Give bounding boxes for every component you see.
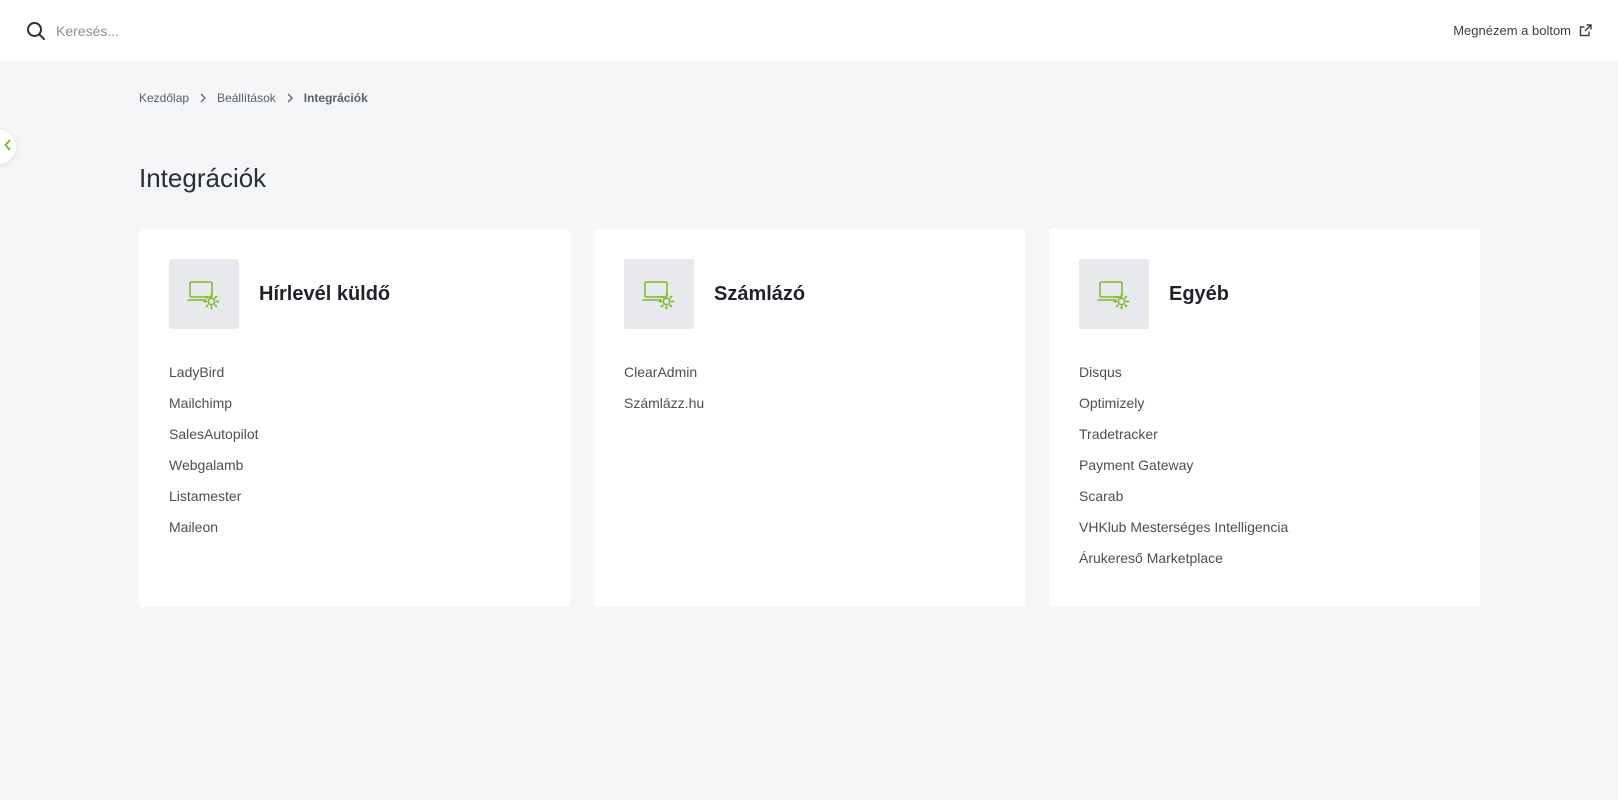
search-icon[interactable] <box>26 21 46 41</box>
list-item: Számlázz.hu <box>624 394 995 425</box>
integration-cards: Hírlevél küldő LadyBird Mailchimp SalesAuto… <box>139 229 1480 607</box>
integration-link[interactable]: Disqus <box>1079 364 1122 380</box>
list-item: Maileon <box>169 518 540 549</box>
list-item: VHKlub Mesterséges Intelligencia <box>1079 518 1450 549</box>
card-header: Számlázó <box>624 259 995 329</box>
search-input[interactable] <box>56 22 456 39</box>
search-bar <box>26 21 456 41</box>
card-title: Hírlevél küldő <box>259 282 391 305</box>
list-item: Árukereső Marketplace <box>1079 549 1450 580</box>
integration-list: ClearAdmin Számlázz.hu <box>624 363 995 425</box>
integration-link[interactable]: Listamester <box>169 488 241 504</box>
list-item: Mailchimp <box>169 394 540 425</box>
integration-link[interactable]: Webgalamb <box>169 457 243 473</box>
integration-card: Egyéb Disqus Optimizely Tradetracker Payment… <box>1049 229 1480 607</box>
integration-link[interactable]: Számlázz.hu <box>624 395 704 411</box>
integration-link[interactable]: Tradetracker <box>1079 426 1158 442</box>
sidebar-toggle-button[interactable] <box>0 130 16 164</box>
top-bar: Megnézem a boltom <box>0 0 1618 61</box>
external-link-icon <box>1579 24 1592 37</box>
chevron-right-icon <box>286 93 294 103</box>
list-item: Listamester <box>169 487 540 518</box>
view-shop-link[interactable]: Megnézem a boltom <box>1453 23 1592 38</box>
breadcrumb-settings[interactable]: Beállítások <box>217 91 276 105</box>
integration-link[interactable]: Optimizely <box>1079 395 1144 411</box>
list-item: ClearAdmin <box>624 363 995 394</box>
integration-link[interactable]: SalesAutopilot <box>169 426 259 442</box>
chevron-right-icon <box>199 93 207 103</box>
page-title: Integrációk <box>139 163 267 193</box>
integration-link[interactable]: LadyBird <box>169 364 224 380</box>
list-item: Optimizely <box>1079 394 1450 425</box>
integration-card: Számlázó ClearAdmin Számlázz.hu <box>594 229 1025 607</box>
list-item: SalesAutopilot <box>169 425 540 456</box>
breadcrumb: Kezdőlap Beállítások Integrációk <box>139 91 368 105</box>
list-item: Disqus <box>1079 363 1450 394</box>
monitor-gear-icon <box>624 259 694 329</box>
breadcrumb-current: Integrációk <box>303 91 368 105</box>
card-title: Egyéb <box>1169 282 1230 305</box>
card-header: Egyéb <box>1079 259 1450 329</box>
monitor-gear-icon <box>1079 259 1149 329</box>
integration-link[interactable]: Payment Gateway <box>1079 457 1193 473</box>
integration-link[interactable]: Árukereső Marketplace <box>1079 550 1223 566</box>
card-header: Hírlevél küldő <box>169 259 540 329</box>
list-item: Scarab <box>1079 487 1450 518</box>
integration-link[interactable]: Maileon <box>169 519 218 535</box>
integration-card: Hírlevél küldő LadyBird Mailchimp SalesAuto… <box>139 229 570 607</box>
list-item: Webgalamb <box>169 456 540 487</box>
breadcrumb-home[interactable]: Kezdőlap <box>139 91 189 105</box>
integration-link[interactable]: ClearAdmin <box>624 364 697 380</box>
integration-link[interactable]: VHKlub Mesterséges Intelligencia <box>1079 519 1288 535</box>
list-item: LadyBird <box>169 363 540 394</box>
integration-link[interactable]: Scarab <box>1079 488 1123 504</box>
list-item: Payment Gateway <box>1079 456 1450 487</box>
chevron-left-icon <box>4 138 12 156</box>
view-shop-label: Megnézem a boltom <box>1453 23 1571 38</box>
integration-link[interactable]: Mailchimp <box>169 395 232 411</box>
integration-list: LadyBird Mailchimp SalesAutopilot Webgalamb… <box>169 363 540 549</box>
card-title: Számlázó <box>714 282 806 305</box>
list-item: Tradetracker <box>1079 425 1450 456</box>
integration-list: Disqus Optimizely Tradetracker Payment Gate… <box>1079 363 1450 580</box>
monitor-gear-icon <box>169 259 239 329</box>
